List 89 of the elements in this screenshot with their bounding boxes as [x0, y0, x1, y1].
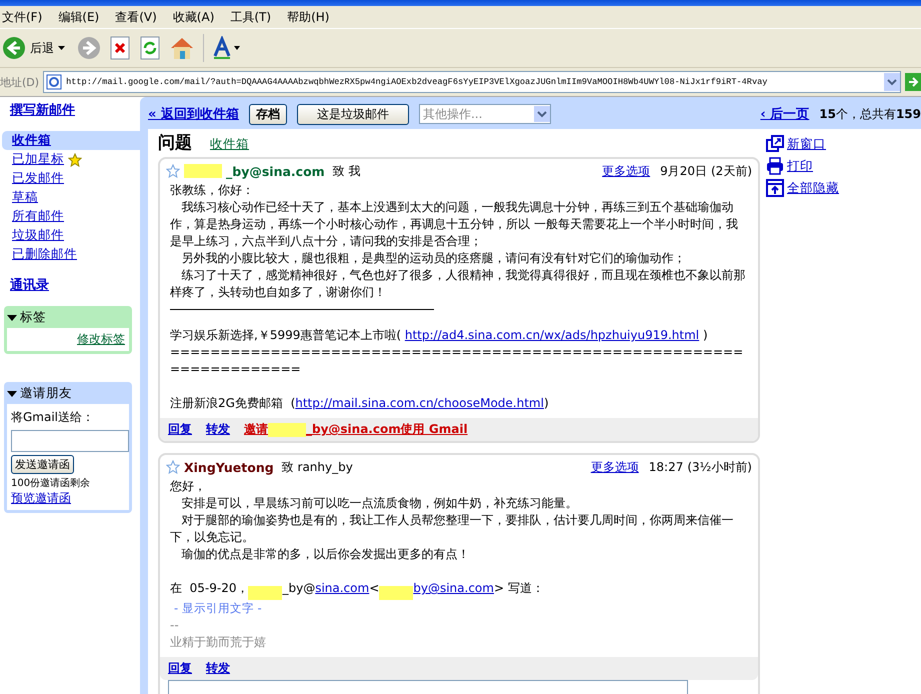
- stop-icon[interactable]: [109, 36, 131, 60]
- invite-link[interactable]: _by@sina.com使用 Gmail: [306, 421, 468, 438]
- menu-item[interactable]: 帮助(H): [287, 8, 330, 26]
- expand-triangle-icon[interactable]: [7, 388, 17, 398]
- thread-action-link[interactable]: 全部隐藏: [787, 180, 839, 196]
- newer-page-link[interactable]: ‹ 后一页: [760, 105, 810, 123]
- label-link[interactable]: 收件箱: [210, 136, 249, 153]
- thread-action-link[interactable]: 打印: [787, 158, 813, 174]
- message-text: 瑜伽的优点是非常的多，以后你会发掘出更多的有点！: [180, 546, 470, 563]
- message-age: (2天前): [711, 162, 752, 180]
- folder-item[interactable]: 垃圾邮件: [2, 226, 140, 245]
- refresh-icon[interactable]: [139, 36, 161, 60]
- home-icon[interactable]: [169, 36, 195, 60]
- message-text: 安排是可以，早晨练习前可以吃一点流质食物，例如牛奶，补充练习能量。: [180, 495, 578, 512]
- compose-link[interactable]: 撰写新邮件: [10, 101, 75, 119]
- reply-link[interactable]: 回复: [168, 660, 192, 677]
- invites-remaining: 100份邀请函剩余: [11, 476, 92, 490]
- expand-triangle-icon[interactable]: [7, 312, 17, 322]
- star-icon[interactable]: [166, 164, 180, 178]
- archive-button[interactable]: 存档: [248, 104, 287, 124]
- email-link[interactable]: by@sina.com: [413, 580, 494, 600]
- quote-header-text: 在 05-9-20，: [170, 580, 248, 597]
- message-text: 另外我的小腹比较大，腿也很粗，是典型的运动员的痉瘩腿，请问有没有针对它们的瑜伽动作；: [180, 250, 686, 267]
- signature-text: 业精于勤而荒于嬉: [170, 634, 267, 651]
- more-options-link[interactable]: 更多选项: [602, 162, 650, 180]
- back-to-inbox-link[interactable]: « 返回到收件箱: [148, 105, 239, 123]
- contacts-link[interactable]: 通讯录: [10, 276, 49, 294]
- spam-button[interactable]: 这是垃圾邮件: [296, 104, 409, 124]
- forward-link[interactable]: 转发: [206, 660, 230, 677]
- message-date: 9月20日: [660, 162, 707, 180]
- forward-link[interactable]: 转发: [206, 421, 230, 438]
- more-actions-dropdown[interactable]: 其他操作...: [418, 104, 551, 124]
- folder-item[interactable]: 已加星标: [2, 150, 140, 169]
- thread-subject: 问题: [158, 132, 192, 154]
- message-text: 张教练，你好：: [170, 182, 255, 199]
- reply-link[interactable]: 回复: [168, 421, 192, 438]
- invite-prompt: 将Gmail送给：: [11, 409, 96, 426]
- message-count: 15个，总共有159: [819, 106, 921, 122]
- back-button[interactable]: 后退: [2, 36, 69, 60]
- message-text: 您好，: [170, 478, 207, 495]
- panel-title: 标签: [20, 309, 46, 326]
- new-window-icon[interactable]: [766, 135, 784, 153]
- menu-item[interactable]: 收藏(A): [172, 8, 214, 26]
- send-invite-button[interactable]: 发送邀请函: [11, 455, 74, 474]
- quote-header-text: > 写道：: [494, 580, 544, 597]
- redaction-mark: [268, 422, 306, 436]
- quote-header-text: _by@: [282, 580, 316, 597]
- page-icon: [46, 74, 62, 90]
- quote-header-text: <: [369, 580, 380, 597]
- menu-item[interactable]: 工具(T): [230, 8, 272, 26]
- star-icon[interactable]: [166, 460, 180, 474]
- menu-item[interactable]: 查看(V): [115, 8, 157, 26]
- font-size-icon[interactable]: [212, 36, 242, 60]
- email-link[interactable]: sina.com: [315, 580, 370, 600]
- sender-name: _by@sina.com: [226, 164, 325, 178]
- forward-icon[interactable]: [77, 36, 101, 60]
- panel-title: 邀请朋友: [20, 385, 72, 402]
- folder-item[interactable]: 已删除邮件: [2, 245, 140, 264]
- folder-item[interactable]: 已发邮件: [2, 169, 140, 188]
- email-input-field[interactable]: [11, 430, 129, 452]
- redaction-mark: [379, 586, 414, 600]
- recipient-text: 致 ranhy_by: [282, 458, 353, 476]
- message-text: 注册新浪2G免费邮箱 (http://mail.sina.com.cn/chooseMode.html): [170, 395, 550, 412]
- sender-name: XingYuetong: [184, 460, 274, 474]
- message-text: 学习娱乐新选择,￥5999惠普笔记本上市啦( http://ad4.sina.com.cn/wx/ads/hpzhuiyu919.html ): [170, 327, 709, 344]
- more-options-link[interactable]: 更多选项: [590, 458, 639, 476]
- message-age: (3½小时前): [687, 458, 752, 476]
- caret-icon: [58, 46, 65, 50]
- message-text: 对于腿部的瑜伽姿势也是有的，我让工作人员帮您整理一下，要排队，估计要几周时间，你两周来信催一下，以免忘记。: [170, 512, 734, 546]
- recipient-text: 致 我: [332, 162, 361, 180]
- message-text: 练习了十天了，感觉精神很好，气色也好了很多，人很精神，我觉得真得很好，而且现在颈椎也不象以前那样疼了，头转动也自如多了，谢谢你们！: [170, 267, 746, 301]
- message-text: ======================================================================: [170, 344, 744, 378]
- menu-item[interactable]: 文件(F): [2, 8, 42, 26]
- redaction-mark: [248, 586, 282, 600]
- thread-action-link[interactable]: 新窗口: [787, 136, 826, 152]
- print-icon[interactable]: [766, 157, 784, 175]
- message-text: 我练习核心动作已经十天了，基本上没遇到太大的问题，一般我先调息十分钟，再练三到五个基础瑜伽动作，算是热身运动，再练一个小时核心动作，再调息十五分钟，所以 一般每天需要花上一个半小时时间，我是早上练习，六点半到八点十分，请问我的安排是否合理；: [170, 199, 739, 250]
- invite-link[interactable]: 邀请: [244, 421, 268, 438]
- address-label: 地址(D): [0, 74, 40, 90]
- signature-text: --: [170, 617, 180, 634]
- folder-item[interactable]: 所有邮件: [2, 207, 140, 226]
- address-field[interactable]: http://mail.google.com/mail/?auth=DQAAAG4AAAAbzwqbhWezRX5pw4ngiAOExb2dveagF6sYyEIP3VElXgoazJUGnlmIIm9VaMOOIH8Wb4UWYl08-NiJx1rf9iRT-4Rvay: [43, 71, 901, 93]
- preview-invite-link[interactable]: 预览邀请函: [11, 491, 71, 505]
- folder-item[interactable]: 草稿: [2, 188, 140, 207]
- collapse-icon[interactable]: [766, 179, 784, 197]
- menu-item[interactable]: 编辑(E): [58, 8, 100, 26]
- show-quoted-text-link[interactable]: - 显示引用文字 -: [174, 601, 262, 615]
- folder-item[interactable]: 收件箱: [2, 131, 140, 150]
- message-date: 18:27: [648, 460, 684, 474]
